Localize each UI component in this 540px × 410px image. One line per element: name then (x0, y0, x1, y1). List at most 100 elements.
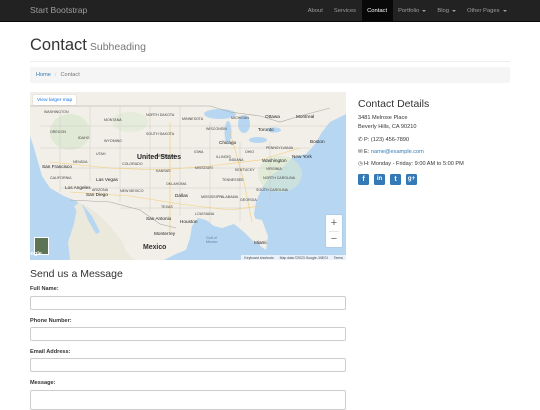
breadcrumb-home-link[interactable]: Home (36, 72, 51, 78)
nav-label: Contact (367, 8, 388, 14)
page-subheading: Subheading (89, 41, 146, 53)
map-label-state: LOUISIANA (195, 212, 215, 216)
nav-item-contact[interactable]: Contact (361, 0, 393, 22)
map-label-houston: Houston (180, 219, 198, 224)
map-label-state: CALIFORNIA (50, 176, 72, 180)
map-label-state: MONTANA (104, 118, 122, 122)
email-label: E: (364, 149, 370, 155)
map-label-state: MINNESOTA (182, 117, 204, 121)
map-label-ottawa: Ottawa (265, 114, 280, 119)
map-label-state: COLORADO (122, 162, 143, 166)
view-larger-map-button[interactable]: View larger map (33, 95, 77, 105)
map-label-state: VIRGINIA (266, 167, 282, 171)
map-label-state: OHIO (245, 150, 255, 154)
address-line-2: Beverly Hills, CA 90210 (358, 124, 417, 130)
keyboard-shortcuts-link[interactable]: Keyboard shortcuts (244, 256, 273, 260)
map-label-state: TENNESSEE (222, 178, 244, 182)
zoom-out-button[interactable]: − (326, 231, 342, 247)
map-label-state: MISSISSIPPI (201, 195, 223, 199)
facebook-icon[interactable]: f (358, 174, 369, 185)
phone-label: P: (364, 137, 370, 143)
map-label-toronto: Toronto (258, 127, 274, 132)
breadcrumb: Home / Contact (30, 67, 510, 83)
map-label-dallas: Dallas (175, 193, 189, 198)
phone-number-input[interactable] (30, 327, 346, 341)
nav-item-blog[interactable]: Blog (432, 0, 462, 22)
nav-label: Services (333, 8, 357, 14)
map-label-state: KANSAS (156, 169, 171, 173)
nav-item-portfolio[interactable]: Portfolio (393, 0, 432, 22)
map-label-state: WISCONSIN (206, 127, 227, 131)
hours-label: H: (364, 161, 370, 167)
map-label-state: IDAHO (78, 136, 90, 140)
map-label-gulf: Gulf of Mexico (206, 236, 218, 244)
map-label-state: UTAH (96, 152, 106, 156)
linkedin-icon[interactable]: in (374, 174, 385, 185)
nav-label: Portfolio (398, 8, 420, 14)
email-address-label: Email Address: (30, 349, 71, 355)
contact-details-title: Contact Details (358, 98, 430, 110)
map-label-miami: Miami (254, 240, 267, 245)
google-logo: Google (23, 251, 42, 257)
nav-label: Other Pages (466, 8, 500, 14)
map-label-state: SOUTH DAKOTA (146, 132, 175, 136)
green-area (112, 112, 148, 132)
map-label-mexico: Mexico (143, 244, 167, 251)
brand-link[interactable]: Start Bootstrap (30, 5, 87, 15)
caret-down-icon (451, 10, 456, 12)
map-label-state: ALABAMA (221, 195, 238, 199)
map-label-boston: Boston (310, 139, 325, 144)
map-label-state: SOUTH CAROLINA (256, 188, 288, 192)
map-label-state: NEVADA (73, 160, 88, 164)
map-label-state: GEORGIA (240, 198, 257, 202)
map-label-las-vegas: Las Vegas (96, 177, 118, 182)
map-label-state: WASHINGTON (44, 110, 69, 114)
map-label-state: NORTH CAROLINA (263, 176, 296, 180)
nav-item-about[interactable]: About (302, 0, 328, 22)
message-label: Message: (30, 380, 56, 386)
page-title: Contact Subheading (30, 36, 146, 55)
phone-row: ✆P: (123) 456-7890 (358, 137, 409, 143)
map-label-state: PENNSYLVANIA (266, 146, 294, 150)
map-label-montreal: Montreal (296, 114, 315, 119)
google-map[interactable]: United States Mexico San Francisco Los A… (30, 92, 346, 260)
hours-text: Monday - Friday: 9:00 AM to 5:00 PM (371, 161, 464, 167)
full-name-input[interactable] (30, 296, 346, 310)
map-label-state: KENTUCKY (235, 168, 255, 172)
email-link[interactable]: name@example.com (371, 149, 424, 155)
map-label-los-angeles: Los Angeles (65, 185, 91, 190)
map-label-san-diego: San Diego (86, 192, 108, 197)
twitter-icon[interactable]: t (390, 174, 401, 185)
map-label-state: MICHIGAN (231, 116, 249, 120)
lake-erie (249, 137, 267, 143)
map-label-state: NORTH DAKOTA (146, 113, 175, 117)
map-label-new-york: New York (292, 154, 312, 159)
caret-down-icon (422, 10, 427, 12)
divider (30, 61, 510, 62)
email-address-input[interactable] (30, 358, 346, 372)
navbar: Start Bootstrap About Services Contact P… (0, 0, 540, 22)
nav-item-other-pages[interactable]: Other Pages (461, 0, 512, 22)
page-title-text: Contact (30, 36, 87, 54)
full-name-label: Full Name: (30, 286, 59, 292)
zoom-in-button[interactable]: + (326, 215, 342, 231)
map-label-chicago: Chicago (219, 140, 237, 145)
map-label-state: MISSOURI (195, 166, 213, 170)
map-label-state: INDIANA (229, 158, 244, 162)
map-label-monterrey: Monterrey (154, 231, 176, 236)
form-title: Send us a Message (30, 268, 123, 280)
map-label-state: OKLAHOMA (166, 182, 187, 186)
nav-item-services[interactable]: Services (328, 0, 361, 22)
phone-number-label: Phone Number: (30, 318, 72, 324)
email-row: ✉E: name@example.com (358, 149, 424, 155)
map-data-attribution: Map data ©2023 Google, INEGI (279, 255, 328, 260)
caret-down-icon (502, 10, 507, 12)
message-textarea[interactable] (30, 390, 346, 410)
zoom-control: + − (326, 215, 342, 247)
phone-number: (123) 456-7890 (370, 137, 410, 143)
map-label-state: TEXAS (161, 205, 173, 209)
nav-menu: About Services Contact Portfolio Blog Ot… (302, 0, 512, 22)
map-label-state: ARIZONA (92, 188, 108, 192)
terms-link[interactable]: Terms (334, 256, 343, 260)
google-plus-icon[interactable]: g+ (406, 174, 417, 185)
